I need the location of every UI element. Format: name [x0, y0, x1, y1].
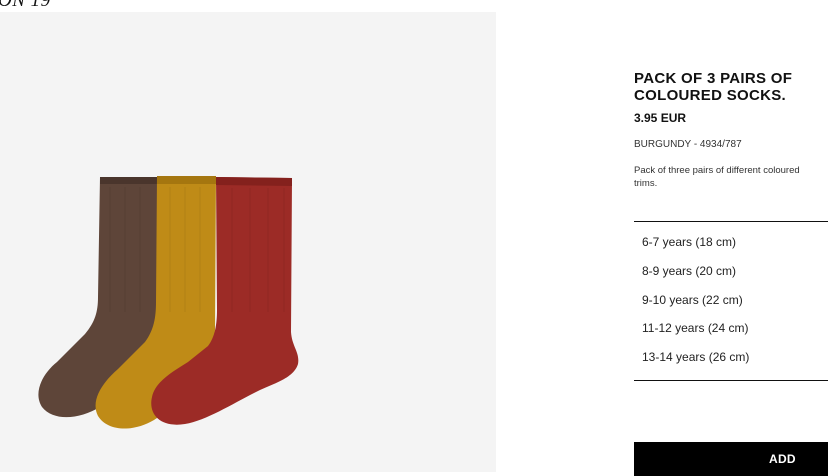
size-option[interactable]: 11-12 years (24 cm)	[634, 314, 828, 343]
size-option[interactable]: 13-14 years (26 cm)	[634, 343, 828, 372]
add-to-cart-button[interactable]: ADD	[634, 442, 828, 476]
description-line: trims.	[634, 178, 658, 189]
product-description: Pack of three pairs of different coloure…	[634, 164, 828, 190]
header-fragment-text: ON 19	[0, 0, 51, 11]
size-option[interactable]: 6-7 years (18 cm)	[634, 228, 828, 257]
product-color-reference: BURGUNDY - 4934/787	[634, 139, 742, 150]
product-info-panel: PACK OF 3 PAIRS OF COLOURED SOCKS. 3.95 …	[634, 0, 828, 476]
product-price: 3.95 EUR	[634, 111, 687, 125]
divider	[634, 380, 828, 381]
size-option[interactable]: 9-10 years (22 cm)	[634, 286, 828, 315]
product-image[interactable]	[0, 12, 496, 472]
add-button-label: ADD	[769, 452, 796, 466]
description-line: Pack of three pairs of different coloure…	[634, 165, 800, 176]
socks-illustration	[38, 176, 299, 429]
divider	[634, 221, 828, 222]
product-title: PACK OF 3 PAIRS OF COLOURED SOCKS.	[634, 70, 793, 104]
size-selector: 6-7 years (18 cm) 8-9 years (20 cm) 9-10…	[634, 228, 828, 372]
size-option[interactable]: 8-9 years (20 cm)	[634, 257, 828, 286]
